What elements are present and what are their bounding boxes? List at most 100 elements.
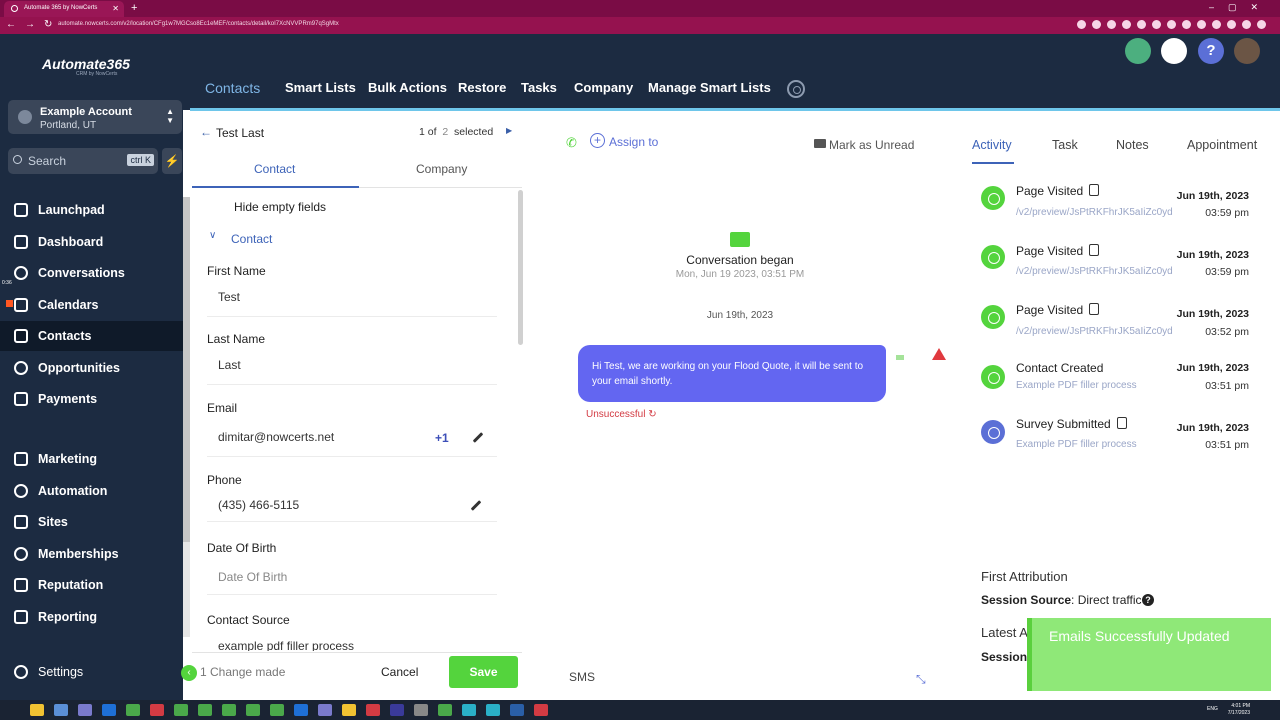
- settings-gear-icon[interactable]: [787, 80, 805, 98]
- automation-icon: [14, 484, 28, 498]
- os-taskbar: 4:01 PM 7/17/2023: [0, 700, 1280, 720]
- sidebar-item-calendars[interactable]: Calendars: [0, 290, 183, 320]
- topnav-manage-smart-lists[interactable]: Manage Smart Lists: [648, 80, 771, 95]
- location-icon: [18, 110, 32, 124]
- tab-task[interactable]: Task: [1052, 138, 1078, 152]
- message-bubble[interactable]: Hi Test, we are working on your Flood Qu…: [578, 345, 886, 402]
- system-clock[interactable]: 4:01 PM 7/17/2023: [1228, 703, 1250, 717]
- next-record-icon[interactable]: ▶: [506, 126, 512, 135]
- assign-plus-icon[interactable]: +: [590, 133, 605, 148]
- hide-empty-fields-toggle[interactable]: Hide empty fields: [234, 200, 326, 214]
- section-contact[interactable]: Contact: [231, 232, 272, 246]
- clipboard-icon[interactable]: [1089, 184, 1100, 196]
- clipboard-icon[interactable]: [1089, 244, 1100, 256]
- contact-source-field[interactable]: example pdf filler process: [218, 639, 354, 651]
- tab-notes[interactable]: Notes: [1116, 138, 1149, 152]
- tab-appointment[interactable]: Appointment: [1187, 138, 1257, 152]
- assign-to-button[interactable]: Assign to: [609, 135, 658, 149]
- clipboard-icon[interactable]: [1116, 417, 1127, 429]
- avatar[interactable]: [1234, 38, 1260, 64]
- sidebar-item-opportunities[interactable]: Opportunities: [0, 353, 183, 383]
- globe-icon: [981, 245, 1005, 269]
- chat-icon: [14, 266, 28, 280]
- url-field[interactable]: automate.nowcerts.com/v2/location/CFg1w7…: [58, 21, 339, 27]
- sms-channel-icon: [896, 355, 904, 360]
- sidebar-item-launchpad[interactable]: Launchpad: [0, 195, 183, 225]
- browser-tab[interactable]: Automate 365 by NowCerts ✕: [4, 1, 124, 17]
- success-toast[interactable]: Emails Successfully Updated: [1027, 618, 1271, 691]
- tab-company[interactable]: Company: [416, 162, 467, 176]
- changes-counter: 1 Change made: [200, 665, 286, 679]
- tab-contact[interactable]: Contact: [254, 162, 295, 176]
- activity-subtitle: Example PDF filler process: [1016, 439, 1137, 450]
- topnav-smart-lists[interactable]: Smart Lists: [285, 80, 356, 95]
- topnav-company[interactable]: Company: [574, 80, 633, 95]
- quick-action-bolt-icon[interactable]: ⚡: [162, 148, 182, 174]
- notification-icon[interactable]: [1161, 38, 1187, 64]
- field-label-email: Email: [207, 401, 238, 415]
- memberships-icon: [14, 547, 28, 561]
- user-add-icon: [981, 365, 1005, 389]
- topnav-tasks[interactable]: Tasks: [521, 80, 557, 95]
- scrollbar-thumb[interactable]: [183, 197, 190, 542]
- envelope-icon[interactable]: [814, 139, 826, 148]
- sms-channel-label[interactable]: SMS: [569, 670, 595, 684]
- sidebar-item-contacts[interactable]: Contacts: [0, 321, 183, 351]
- topnav-restore[interactable]: Restore: [458, 80, 506, 95]
- phone-field[interactable]: (435) 466-5115: [218, 498, 299, 512]
- announcement-icon[interactable]: [1125, 38, 1151, 64]
- close-tab-icon[interactable]: ✕: [112, 4, 119, 13]
- activity-date: Jun 19th, 2023: [1176, 362, 1249, 374]
- message-status[interactable]: Unsuccessful ↻: [586, 409, 657, 420]
- save-button[interactable]: Save: [449, 656, 518, 688]
- topnav-contacts[interactable]: Contacts: [205, 80, 260, 96]
- window-controls[interactable]: –▢✕: [1209, 2, 1272, 13]
- extension-icons[interactable]: [1077, 20, 1266, 31]
- panel-scrollbar[interactable]: [518, 190, 523, 345]
- help-icon[interactable]: ?: [1198, 38, 1224, 64]
- sidebar-item-sites[interactable]: Sites: [0, 507, 183, 537]
- tab-activity[interactable]: Activity: [972, 138, 1012, 152]
- activity-date: Jun 19th, 2023: [1176, 422, 1249, 434]
- additional-emails-count[interactable]: +1: [435, 431, 449, 445]
- date-of-birth-field[interactable]: Date Of Birth: [218, 570, 287, 584]
- activity-title: Survey Submitted: [1016, 417, 1127, 431]
- mark-as-unread-button[interactable]: Mark as Unread: [829, 138, 914, 152]
- search-input[interactable]: Search ctrl K: [8, 148, 158, 174]
- retry-icon[interactable]: ↻: [648, 409, 656, 420]
- last-name-field[interactable]: Last: [218, 358, 241, 372]
- sidebar-item-automation[interactable]: Automation: [0, 476, 183, 506]
- sidebar-item-dashboard[interactable]: Dashboard: [0, 227, 183, 257]
- chevron-down-icon[interactable]: ∨: [209, 230, 216, 241]
- search-placeholder: Search: [28, 154, 67, 168]
- taskbar-app-icons[interactable]: [30, 704, 548, 716]
- account-switcher[interactable]: Example Account Portland, UT ▲ ▼: [8, 100, 182, 134]
- sidebar-item-marketing[interactable]: Marketing: [0, 444, 183, 474]
- app-header: [0, 34, 1280, 110]
- edit-email-icon[interactable]: [472, 432, 484, 443]
- sidebar-item-reporting[interactable]: Reporting: [0, 602, 183, 632]
- email-field[interactable]: dimitar@nowcerts.net: [218, 430, 334, 444]
- pager-suffix: selected: [454, 126, 494, 138]
- collapse-icon[interactable]: ⤡: [916, 672, 926, 687]
- browser-nav-icons[interactable]: ←→↻: [6, 19, 61, 30]
- sidebar-item-settings[interactable]: Settings: [0, 657, 183, 687]
- sidebar-item-reputation[interactable]: Reputation: [0, 570, 183, 600]
- conversation-began-label: Conversation began: [686, 253, 794, 267]
- topnav-bulk-actions[interactable]: Bulk Actions: [368, 80, 447, 95]
- app-logo[interactable]: Automate365: [42, 56, 130, 72]
- sidebar-item-conversations[interactable]: Conversations: [0, 258, 183, 288]
- sidebar-item-payments[interactable]: Payments: [0, 384, 183, 414]
- help-icon[interactable]: ?: [1142, 594, 1154, 606]
- phone-icon[interactable]: ✆: [566, 135, 577, 151]
- language-indicator[interactable]: ENG: [1207, 706, 1218, 712]
- sidebar-item-memberships[interactable]: Memberships: [0, 539, 183, 569]
- cancel-button[interactable]: Cancel: [381, 665, 418, 679]
- first-name-field[interactable]: Test: [218, 290, 240, 304]
- warning-icon[interactable]: [932, 348, 946, 360]
- gear-icon: [14, 665, 28, 679]
- clipboard-icon[interactable]: [1089, 303, 1100, 315]
- back-arrow-icon[interactable]: ←: [200, 125, 212, 139]
- edit-phone-icon[interactable]: [470, 500, 482, 511]
- new-tab-icon[interactable]: +: [131, 2, 137, 14]
